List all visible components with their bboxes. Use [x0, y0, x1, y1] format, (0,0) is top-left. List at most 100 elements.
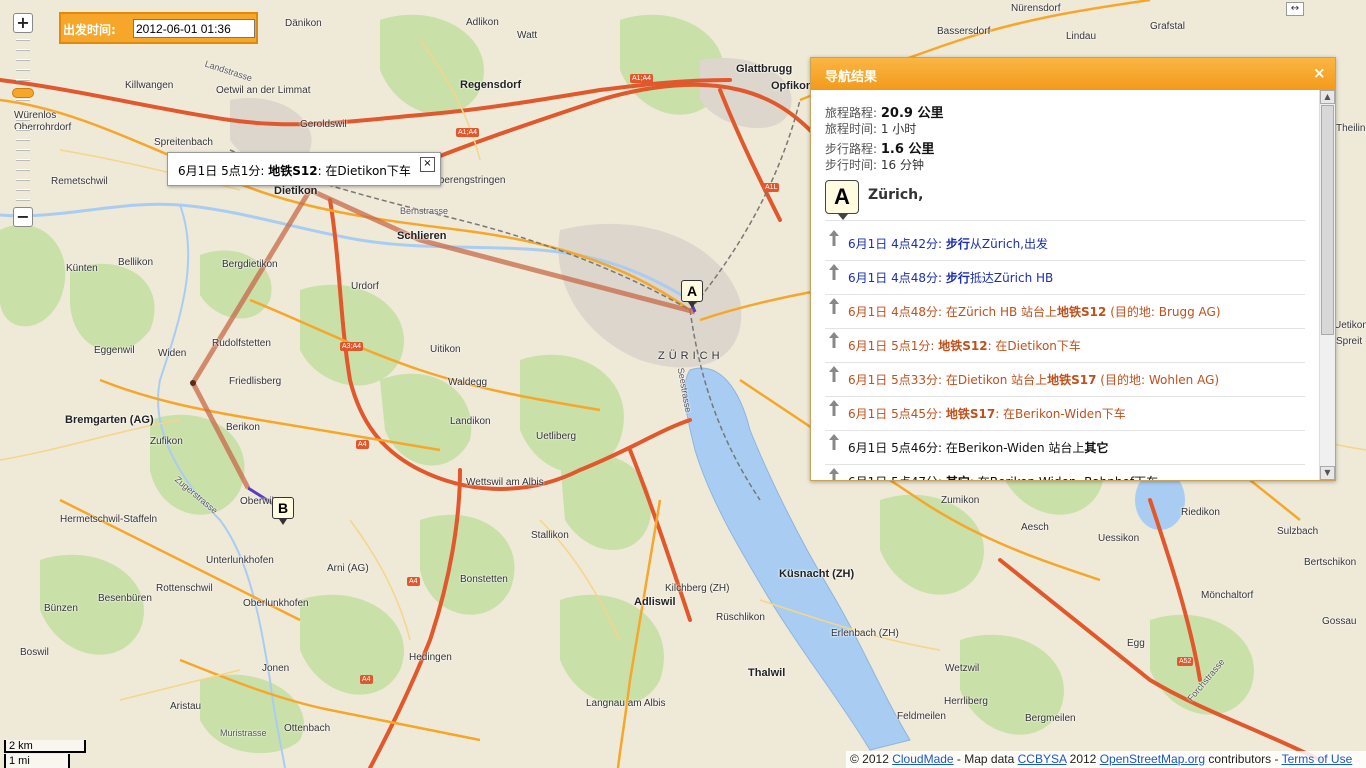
place-label: Glattbrugg — [736, 63, 793, 75]
navigation-panel: 导航结果 × 旅程路程: 20.9 公里 旅程时间: 1 小时 步行路程: 1.… — [810, 57, 1336, 481]
place-label: Lindau — [1066, 31, 1097, 42]
straight-arrow-icon — [829, 468, 839, 480]
place-label: Watt — [517, 30, 538, 41]
zoom-in-button[interactable]: + — [13, 13, 33, 33]
place-label: Killwangen — [125, 80, 174, 91]
zoom-tick[interactable] — [16, 129, 30, 131]
place-label: Aristau — [170, 701, 202, 712]
place-label: Adliswil — [634, 596, 676, 608]
zoom-slider-track[interactable] — [16, 37, 30, 207]
end-marker-b[interactable]: B — [272, 497, 294, 525]
terms-link[interactable]: Terms of Use — [1282, 752, 1353, 766]
departure-time-label: 出发时间: — [63, 23, 116, 37]
route-step[interactable]: 6月1日 5点46分: 在Berikon-Widen 站台上其它 — [825, 432, 1305, 462]
panel-scrollbar[interactable]: ▲ ▼ — [1319, 90, 1335, 480]
zoom-slider-knob[interactable] — [12, 88, 34, 98]
place-label: Spreit — [1336, 336, 1363, 347]
zoom-tick[interactable] — [16, 179, 30, 181]
place-label: Landikon — [450, 416, 491, 427]
panel-close-button[interactable]: × — [1313, 64, 1326, 82]
panel-body[interactable]: 旅程路程: 20.9 公里 旅程时间: 1 小时 步行路程: 1.6 公里 步行… — [811, 90, 1319, 480]
place-label: Berikon — [226, 422, 260, 433]
place-label: Zumikon — [941, 495, 980, 506]
place-label: Bernstrasse — [400, 206, 449, 216]
place-label: Uitikon — [430, 344, 461, 355]
walk-distance: 步行路程: 1.6 公里 — [825, 142, 935, 157]
place-label: Dietikon — [274, 185, 318, 197]
place-label: Remetschwil — [51, 176, 108, 187]
place-label: Egg — [1127, 638, 1145, 649]
place-label: Gossau — [1322, 616, 1357, 627]
start-marker-a[interactable]: A — [681, 280, 703, 308]
route-step[interactable]: 6月1日 5点47分: 其它: 在Berikon-Widen, Bahnhof下… — [825, 466, 1305, 480]
divider — [825, 220, 1305, 221]
scroll-down-icon[interactable]: ▼ — [1320, 466, 1335, 480]
place-label: Boswil — [20, 647, 49, 658]
osm-link[interactable]: OpenStreetMap.org — [1100, 752, 1205, 766]
straight-arrow-icon — [829, 264, 839, 280]
departure-time-input[interactable] — [133, 19, 255, 38]
place-label: Bertschikon — [1304, 557, 1357, 568]
place-label: Unterlunkhofen — [206, 555, 274, 566]
zoom-tick[interactable] — [16, 149, 30, 151]
ccbysa-link[interactable]: CCBYSA — [1018, 752, 1067, 766]
cloudmade-link[interactable]: CloudMade — [892, 752, 953, 766]
place-label: Feldmeilen — [897, 711, 946, 722]
straight-arrow-icon — [829, 366, 839, 382]
route-step[interactable]: 6月1日 4点48分: 步行抵达Zürich HB — [825, 262, 1305, 292]
divider — [825, 294, 1305, 295]
place-label: Bremgarten (AG) — [65, 414, 154, 426]
place-label: Sulzbach — [1277, 526, 1319, 537]
expand-icon[interactable]: ↔ — [1286, 2, 1304, 16]
zoom-control[interactable]: + − — [11, 11, 35, 229]
zoom-tick[interactable] — [16, 49, 30, 51]
zoom-out-button[interactable]: − — [13, 207, 33, 227]
zoom-tick[interactable] — [16, 99, 30, 101]
popup-close-button[interactable]: × — [420, 157, 435, 172]
straight-arrow-icon — [829, 230, 839, 246]
place-label: Jonen — [262, 663, 290, 674]
route-step[interactable]: 6月1日 4点48分: 在Zürich HB 站台上地铁S12 (目的地: Br… — [825, 296, 1305, 326]
route-step-text: 6月1日 4点48分: 步行抵达Zürich HB — [848, 271, 1054, 285]
zoom-tick[interactable] — [16, 159, 30, 161]
zoom-tick[interactable] — [16, 169, 30, 171]
zoom-tick[interactable] — [16, 79, 30, 81]
zoom-tick[interactable] — [16, 59, 30, 61]
place-label: Regensdorf — [460, 79, 522, 91]
place-label: Thalwil — [748, 667, 786, 679]
place-label: Theilingen — [1336, 123, 1366, 134]
zoom-tick[interactable] — [16, 69, 30, 71]
zoom-tick[interactable] — [16, 119, 30, 121]
zoom-tick[interactable] — [16, 199, 30, 201]
zoom-tick[interactable] — [16, 189, 30, 191]
place-label: Erlenbach (ZH) — [831, 628, 899, 639]
walk-time: 步行时间: 16 分钟 — [825, 158, 924, 172]
place-label: Bergdietikon — [222, 259, 278, 270]
route-step[interactable]: 6月1日 4点42分: 步行从Zürich,出发 — [825, 228, 1305, 258]
place-label: Riedikon — [1181, 507, 1220, 518]
place-label: Küsnacht (ZH) — [779, 568, 855, 580]
road-shield: A4 — [407, 577, 420, 586]
place-label: Wetzwil — [945, 663, 980, 674]
route-step[interactable]: 6月1日 5点1分: 地铁S12: 在Dietikon下车 — [825, 330, 1305, 360]
zoom-tick[interactable] — [16, 139, 30, 141]
panel-header[interactable]: 导航结果 × — [811, 58, 1335, 90]
departure-time-box: 出发时间: — [59, 12, 258, 44]
zoom-tick[interactable] — [16, 39, 30, 41]
route-step-text: 6月1日 5点46分: 在Berikon-Widen 站台上其它 — [848, 441, 1109, 455]
place-label: Bassersdorf — [937, 26, 991, 37]
route-step[interactable]: 6月1日 5点33分: 在Dietikon 站台上地铁S17 (目的地: Woh… — [825, 364, 1305, 394]
scroll-up-icon[interactable]: ▲ — [1320, 90, 1335, 104]
place-label: Besenbüren — [98, 593, 152, 604]
route-step[interactable]: 6月1日 5点45分: 地铁S17: 在Berikon-Widen下车 — [825, 398, 1305, 428]
place-label: Stallikon — [531, 530, 569, 541]
straight-arrow-icon — [829, 332, 839, 348]
scroll-thumb[interactable] — [1321, 105, 1334, 335]
place-label: Opfikon — [771, 80, 813, 92]
divider — [825, 362, 1305, 363]
place-label: Arni (AG) — [327, 563, 369, 574]
place-label: Widen — [158, 348, 187, 359]
place-label: Uetikon — [1334, 320, 1366, 331]
start-location-name: Zürich, — [868, 187, 924, 203]
map-attribution: © 2012 CloudMade - Map data CCBYSA 2012 … — [846, 751, 1366, 768]
